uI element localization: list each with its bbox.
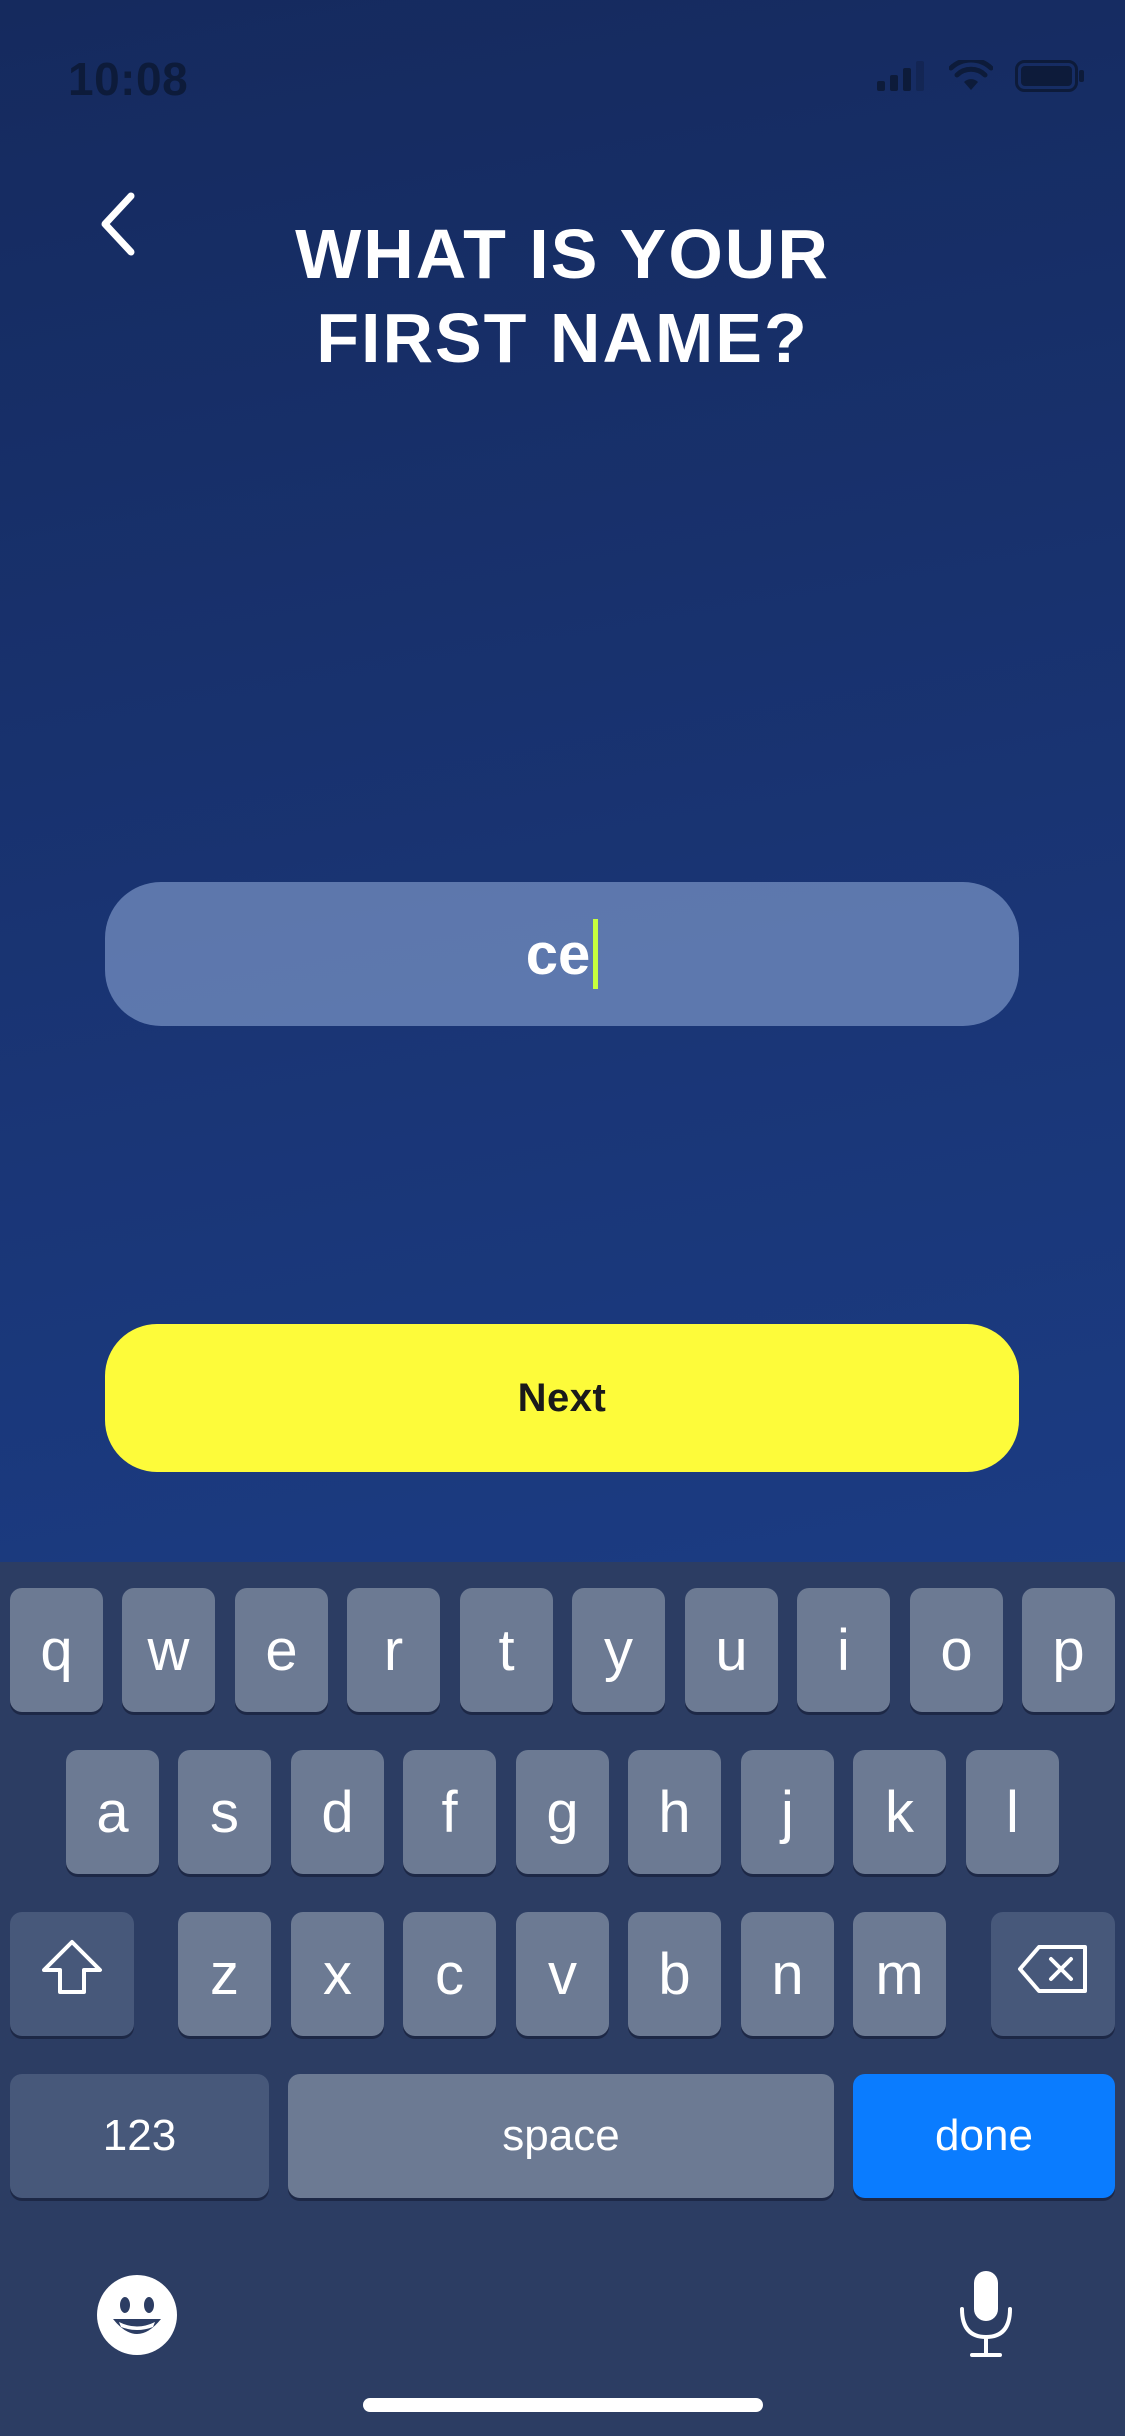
key-b[interactable]: b [628,1912,721,2036]
key-w[interactable]: w [122,1588,215,1712]
numbers-key[interactable]: 123 [10,2074,269,2198]
key-x[interactable]: x [291,1912,384,2036]
numbers-key-label: 123 [102,2111,177,2160]
text-caret [593,919,599,989]
microphone-button[interactable] [946,2268,1026,2364]
key-u[interactable]: u [685,1588,778,1712]
first-name-input[interactable]: ce [105,882,1019,1026]
wifi-icon [948,57,994,97]
home-indicator[interactable] [363,2398,763,2412]
key-d[interactable]: d [291,1750,384,1874]
key-g[interactable]: g [516,1750,609,1874]
chevron-left-icon [97,192,137,261]
shift-key[interactable] [10,1912,134,2036]
key-p[interactable]: p [1022,1588,1115,1712]
title-line-2: FIRST NAME? [316,299,809,377]
key-j[interactable]: j [741,1750,834,1874]
backspace-icon [1017,1941,1089,2008]
key-a[interactable]: a [66,1750,159,1874]
status-icons [877,57,1085,97]
shift-icon [40,1938,104,2010]
emoji-icon [95,2273,179,2362]
space-key[interactable]: space [288,2074,834,2198]
next-button-label: Next [517,1375,607,1420]
key-y[interactable]: y [572,1588,665,1712]
battery-icon [1015,60,1085,97]
back-button[interactable] [82,186,152,266]
key-t[interactable]: t [460,1588,553,1712]
emoji-button[interactable] [92,2272,182,2362]
next-button[interactable]: Next [105,1324,1019,1472]
key-z[interactable]: z [178,1912,271,2036]
screen: 10:08 WHAT IS YOUR FIRST NAME? ce Next q… [0,0,1125,2436]
cellular-signal-icon [877,61,927,96]
key-c[interactable]: c [403,1912,496,2036]
keyboard: q w e r t y u i o p a s d f g h j k l z … [0,1562,1125,2436]
first-name-value: ce [525,921,591,987]
key-l[interactable]: l [966,1750,1059,1874]
title-line-1: WHAT IS YOUR [295,215,830,293]
status-time: 10:08 [68,53,189,105]
key-h[interactable]: h [628,1750,721,1874]
done-key[interactable]: done [853,2074,1115,2198]
key-q[interactable]: q [10,1588,103,1712]
key-r[interactable]: r [347,1588,440,1712]
key-o[interactable]: o [910,1588,1003,1712]
key-i[interactable]: i [797,1588,890,1712]
key-e[interactable]: e [235,1588,328,1712]
key-f[interactable]: f [403,1750,496,1874]
backspace-key[interactable] [991,1912,1115,2036]
key-s[interactable]: s [178,1750,271,1874]
key-n[interactable]: n [741,1912,834,2036]
done-key-label: done [935,2111,1033,2160]
page-title: WHAT IS YOUR FIRST NAME? [160,212,965,380]
key-m[interactable]: m [853,1912,946,2036]
microphone-icon [956,2269,1016,2364]
key-k[interactable]: k [853,1750,946,1874]
key-v[interactable]: v [516,1912,609,2036]
space-key-label: space [502,2111,620,2160]
